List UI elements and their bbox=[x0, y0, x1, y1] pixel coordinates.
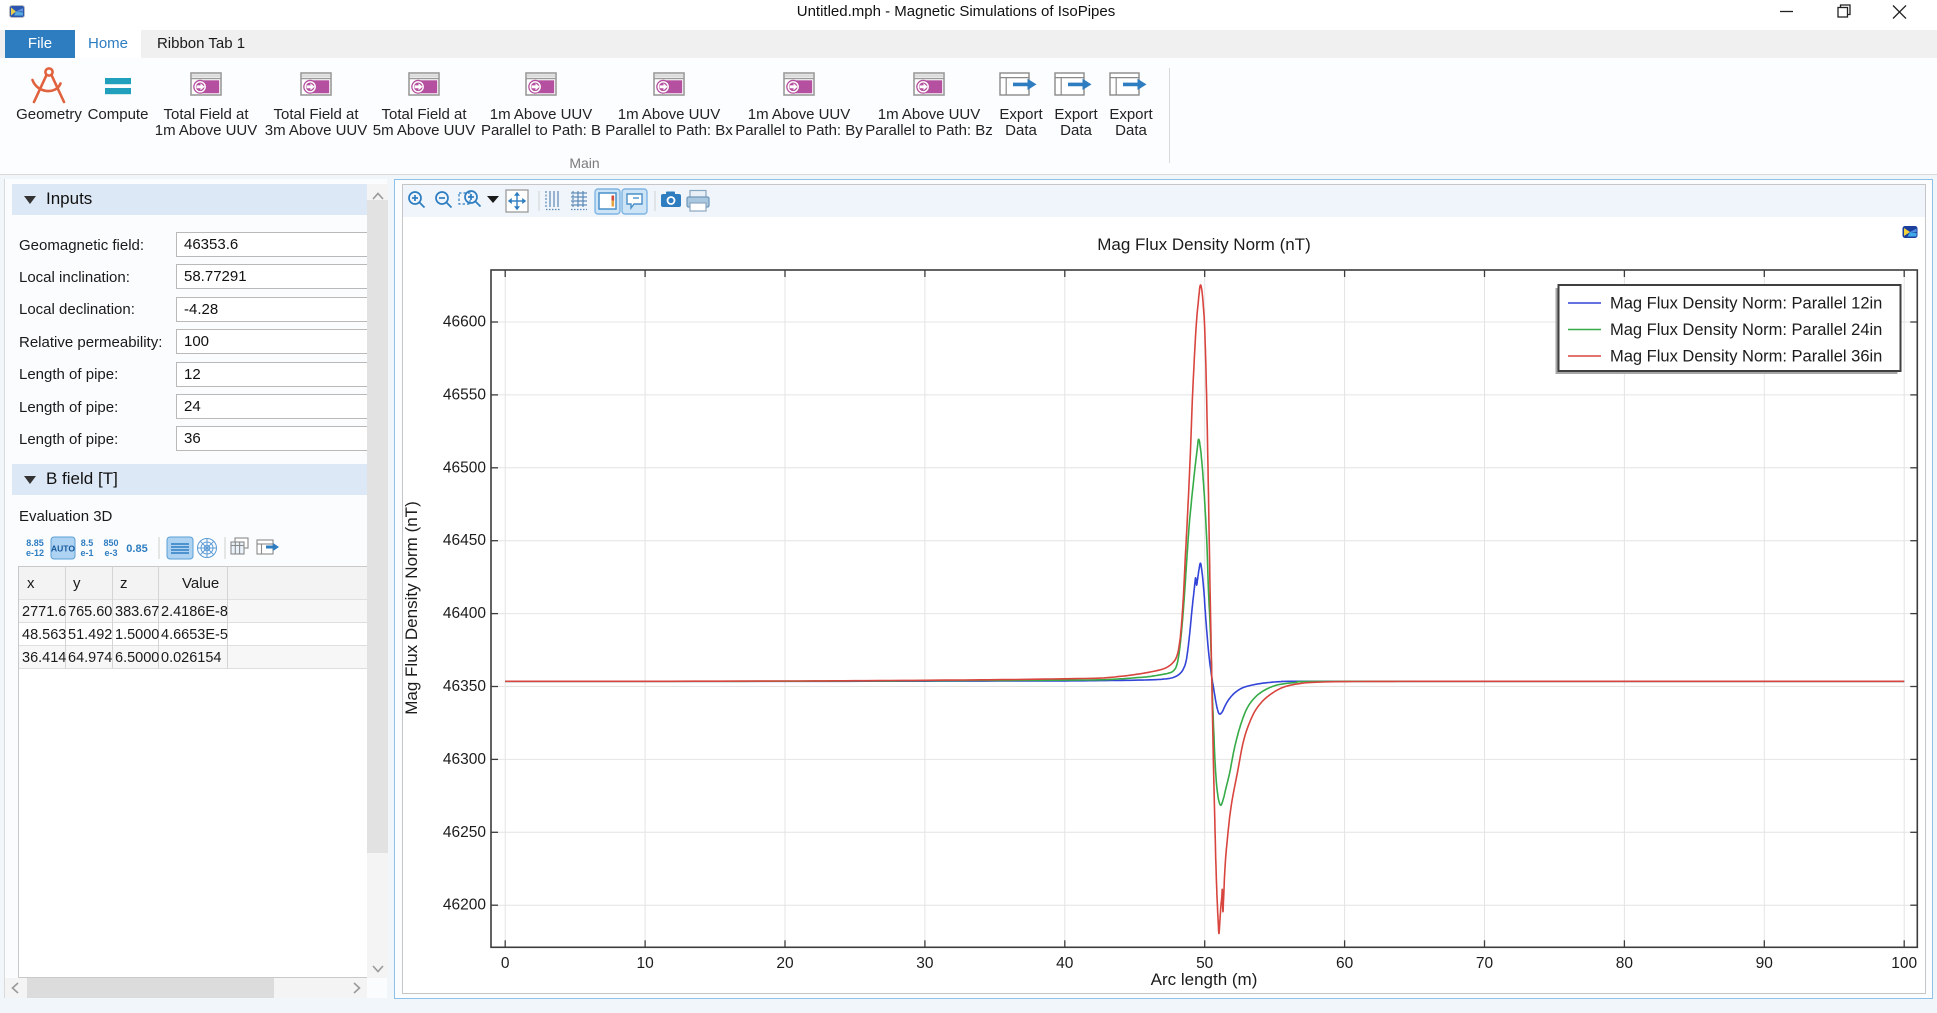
svg-text:383.67: 383.67 bbox=[115, 604, 159, 620]
svg-text:30: 30 bbox=[916, 955, 934, 972]
svg-text:AUTO: AUTO bbox=[51, 544, 75, 554]
svg-text:90: 90 bbox=[1756, 955, 1774, 972]
svg-text:64.974: 64.974 bbox=[68, 650, 112, 666]
svg-text:70: 70 bbox=[1476, 955, 1494, 972]
svg-text:60: 60 bbox=[1336, 955, 1354, 972]
svg-text:765.60: 765.60 bbox=[68, 604, 112, 620]
svg-text:100: 100 bbox=[1891, 955, 1917, 972]
svg-text:46550: 46550 bbox=[443, 386, 486, 403]
svg-text:46300: 46300 bbox=[443, 751, 486, 768]
svg-text:Mag Flux Density Norm (nT): Mag Flux Density Norm (nT) bbox=[402, 501, 421, 714]
svg-text:20: 20 bbox=[776, 955, 794, 972]
svg-text:850: 850 bbox=[103, 538, 118, 548]
svg-text:Mag Flux Density Norm: Paralle: Mag Flux Density Norm: Parallel 12in bbox=[1610, 295, 1882, 313]
svg-text:40: 40 bbox=[1056, 955, 1074, 972]
svg-text:2771.6: 2771.6 bbox=[22, 604, 66, 620]
svg-text:46500: 46500 bbox=[443, 459, 486, 476]
svg-text:Mag Flux Density Norm (nT): Mag Flux Density Norm (nT) bbox=[1097, 235, 1310, 254]
svg-text:10: 10 bbox=[636, 955, 654, 972]
svg-text:46450: 46450 bbox=[443, 532, 486, 549]
svg-text:8.85: 8.85 bbox=[26, 538, 44, 548]
svg-text:4.6653E-5: 4.6653E-5 bbox=[161, 627, 228, 643]
svg-text:e-3: e-3 bbox=[104, 548, 117, 558]
svg-text:z: z bbox=[120, 575, 128, 592]
svg-text:46250: 46250 bbox=[443, 824, 486, 841]
svg-text:46200: 46200 bbox=[443, 897, 486, 914]
svg-text:46600: 46600 bbox=[443, 314, 486, 331]
svg-text:46400: 46400 bbox=[443, 605, 486, 622]
svg-text:2.4186E-8: 2.4186E-8 bbox=[161, 604, 228, 620]
svg-text:46350: 46350 bbox=[443, 678, 486, 695]
svg-text:Mag Flux Density Norm: Paralle: Mag Flux Density Norm: Parallel 24in bbox=[1610, 321, 1882, 339]
svg-text:6.5000: 6.5000 bbox=[115, 650, 159, 666]
svg-text:8.5: 8.5 bbox=[81, 538, 94, 548]
svg-text:e-1: e-1 bbox=[80, 548, 93, 558]
svg-text:x: x bbox=[27, 575, 35, 592]
svg-text:48.563: 48.563 bbox=[22, 627, 66, 643]
svg-text:e-12: e-12 bbox=[26, 548, 44, 558]
svg-text:Value: Value bbox=[182, 575, 219, 592]
svg-text:51.492: 51.492 bbox=[68, 627, 112, 643]
svg-text:y: y bbox=[73, 575, 81, 592]
svg-text:0: 0 bbox=[501, 955, 510, 972]
svg-text:80: 80 bbox=[1616, 955, 1634, 972]
svg-text:36.414: 36.414 bbox=[22, 650, 66, 666]
svg-text:0.85: 0.85 bbox=[126, 543, 147, 555]
svg-text:1.5000: 1.5000 bbox=[115, 627, 159, 643]
svg-text:Mag Flux Density Norm: Paralle: Mag Flux Density Norm: Parallel 36in bbox=[1610, 348, 1882, 366]
svg-text:Arc length (m): Arc length (m) bbox=[1151, 970, 1258, 989]
svg-text:0.026154: 0.026154 bbox=[161, 650, 221, 666]
